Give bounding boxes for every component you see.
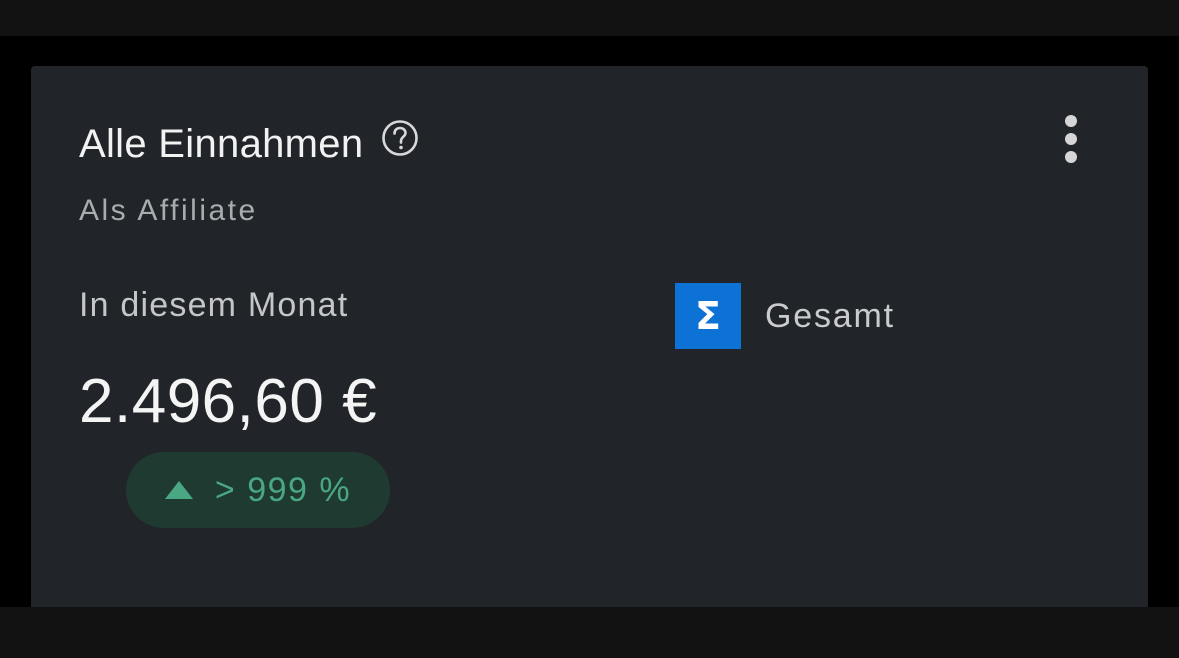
- card-title: Alle Einnahmen: [79, 122, 364, 166]
- card-header: Alle Einnahmen: [79, 119, 419, 167]
- change-percentage: > 999 %: [214, 470, 352, 509]
- sigma-icon: Σ: [675, 283, 741, 349]
- card-subtitle: Als Affiliate: [79, 194, 258, 227]
- earnings-amount: 2.496,60 €: [79, 367, 378, 436]
- scope-toggle[interactable]: Σ Gesamt: [675, 283, 895, 349]
- more-options-icon[interactable]: [1054, 112, 1088, 172]
- bottom-bar: [0, 607, 1179, 658]
- earnings-card: Alle Einnahmen Als Affiliate In diesem M…: [31, 66, 1148, 607]
- help-icon[interactable]: [381, 119, 419, 157]
- period-label: In diesem Monat: [79, 286, 349, 324]
- change-badge: > 999 %: [126, 452, 390, 528]
- scope-label: Gesamt: [765, 296, 895, 335]
- triangle-up-icon: [164, 481, 193, 499]
- top-bar: [0, 0, 1179, 36]
